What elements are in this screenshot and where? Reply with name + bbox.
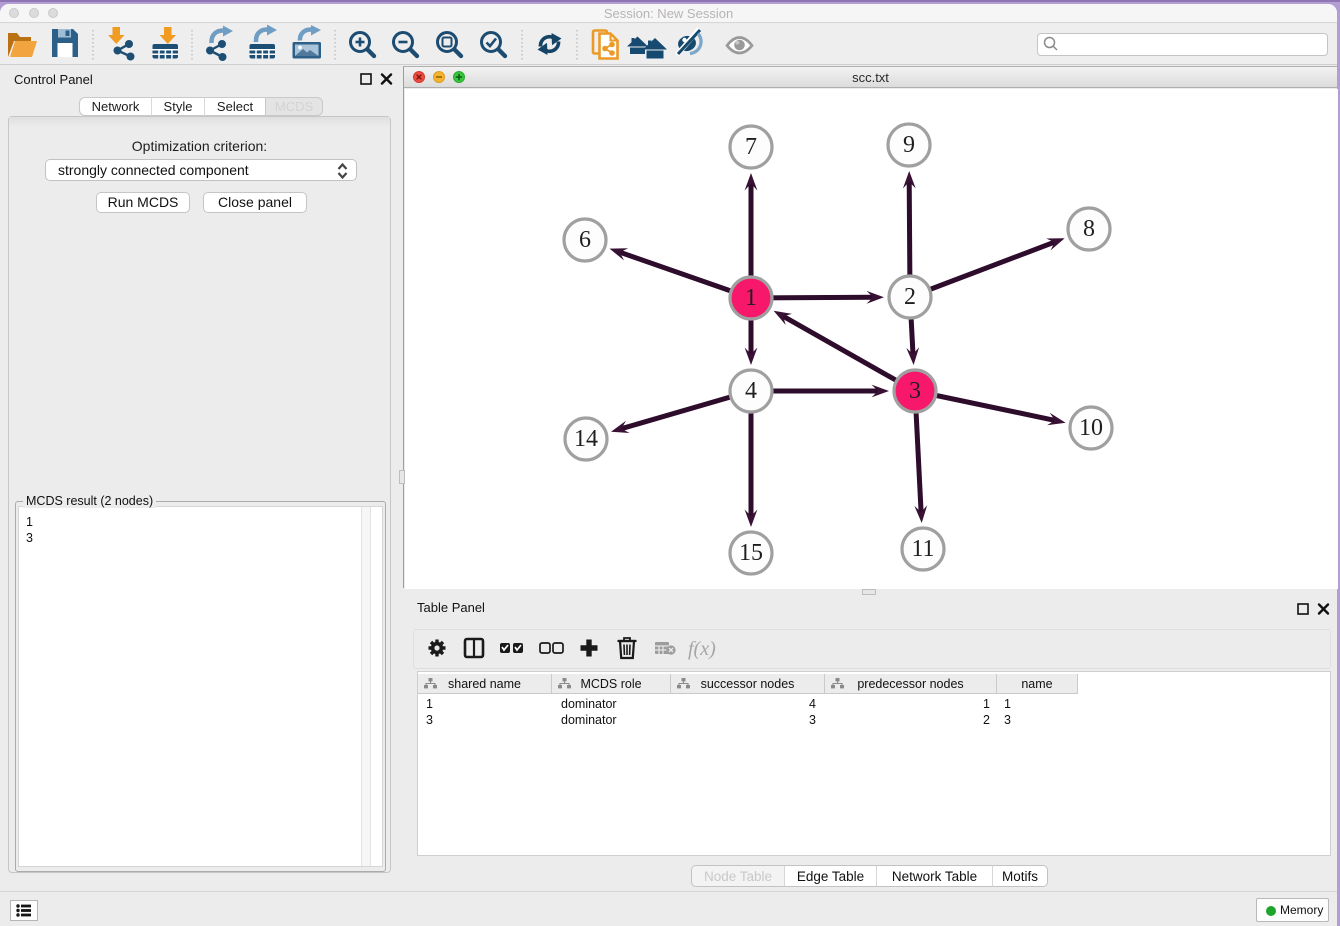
svg-text:15: 15 xyxy=(739,540,763,566)
svg-text:2: 2 xyxy=(904,284,916,310)
svg-text:4: 4 xyxy=(745,378,757,404)
svg-text:6: 6 xyxy=(579,227,591,253)
svg-text:11: 11 xyxy=(911,536,934,562)
svg-text:10: 10 xyxy=(1079,415,1103,441)
svg-text:9: 9 xyxy=(903,132,915,158)
svg-text:7: 7 xyxy=(745,134,757,160)
svg-text:1: 1 xyxy=(745,285,757,311)
svg-text:14: 14 xyxy=(574,426,598,452)
svg-text:f(x): f(x) xyxy=(688,638,716,660)
svg-text:8: 8 xyxy=(1083,216,1095,242)
svg-text:3: 3 xyxy=(909,378,921,404)
